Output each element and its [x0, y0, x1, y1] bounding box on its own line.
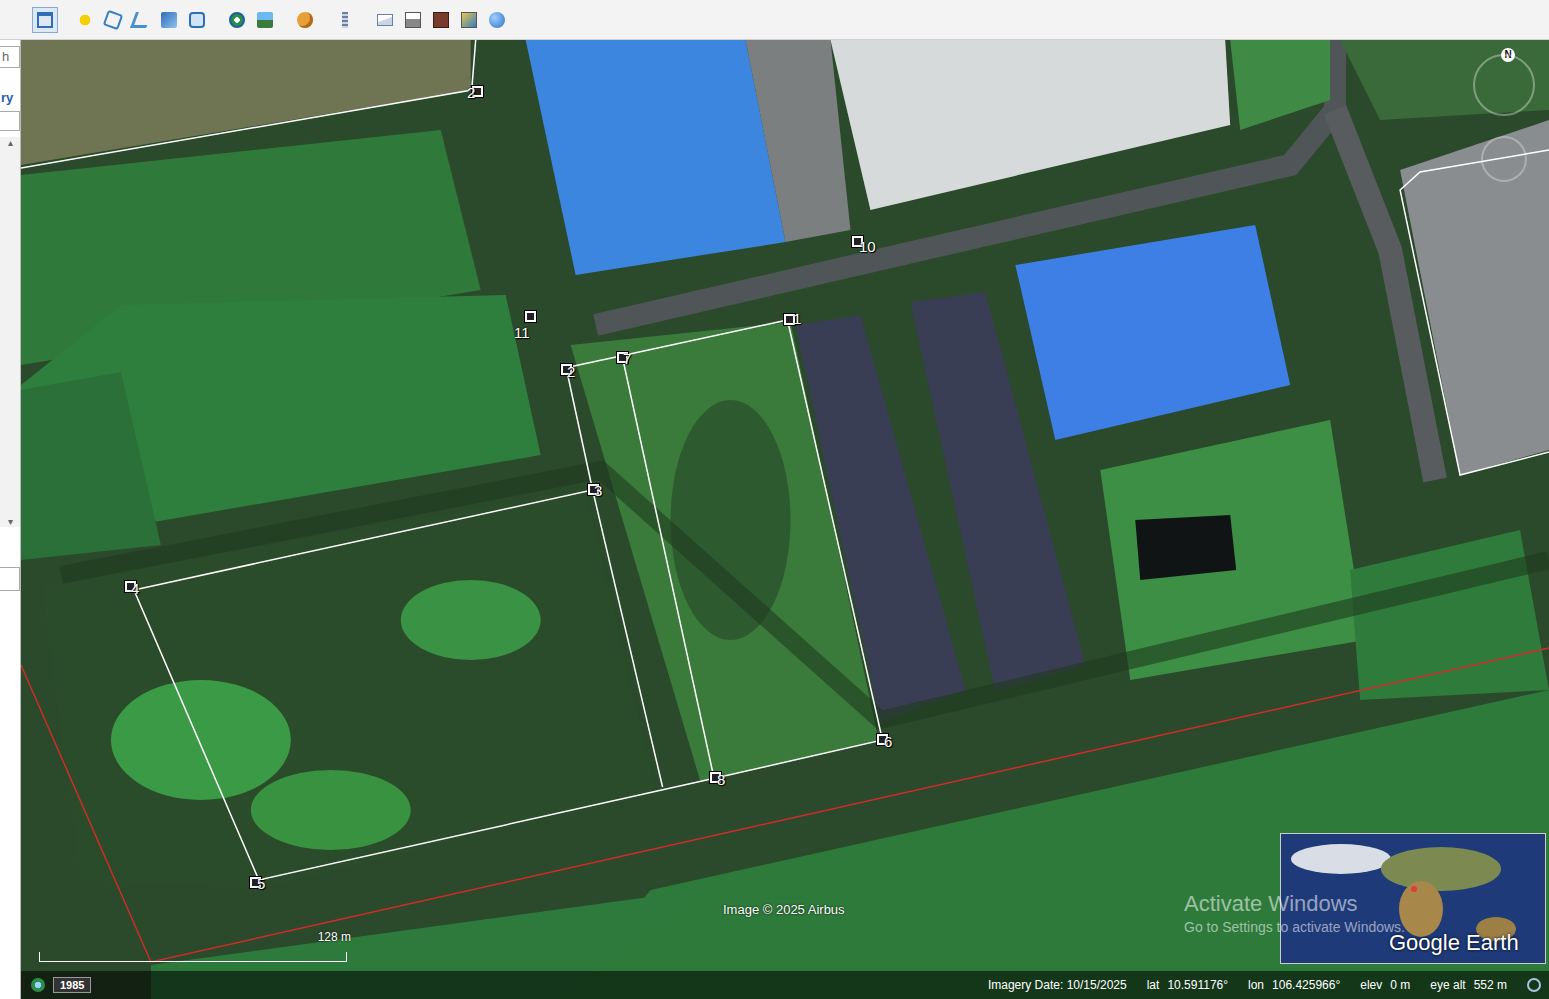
placemark-label[interactable]: 1	[793, 310, 801, 328]
layout-button[interactable]	[32, 7, 58, 33]
scale-label: 128 m	[318, 930, 351, 944]
status-label: elev	[1360, 978, 1382, 992]
google-earth-logo: Google Earth	[1389, 930, 1519, 956]
watermark-title: Activate Windows	[1184, 890, 1405, 918]
placemark-label[interactable]: 5	[257, 875, 265, 893]
historical-imagery-icon[interactable]	[31, 978, 45, 992]
pin-icon	[77, 12, 93, 28]
sidebar-box	[0, 111, 20, 131]
status-value: 552 m	[1474, 978, 1507, 992]
mail-icon	[377, 14, 393, 26]
compass-ring-icon[interactable]	[1473, 54, 1535, 116]
status-label: lon	[1248, 978, 1264, 992]
placemark-icon[interactable]	[525, 311, 536, 322]
mail-button[interactable]	[372, 7, 398, 33]
watermark-subtitle: Go to Settings to activate Windows.	[1184, 918, 1405, 936]
toolbar-group	[372, 7, 510, 33]
save-button[interactable]	[428, 7, 454, 33]
sun-icon	[257, 12, 273, 28]
status-field: elev 0 m	[1360, 978, 1410, 992]
imagery-date: Imagery Date: 10/15/2025	[988, 978, 1127, 992]
google-earth-window: h ry ▴ ▾ 2 11 10 1 2 7 3 4 5 8 6 N Image…	[0, 0, 1549, 999]
status-value: 0 m	[1390, 978, 1410, 992]
print-button[interactable]	[400, 7, 426, 33]
web-button[interactable]	[484, 7, 510, 33]
status-field: lat 10.591176°	[1147, 978, 1228, 992]
map-view[interactable]: 2 11 10 1 2 7 3 4 5 8 6 N Image © 2025 A…	[21, 40, 1549, 999]
poly-button[interactable]	[100, 7, 126, 33]
toolbar	[0, 0, 1549, 40]
sun-button[interactable]	[252, 7, 278, 33]
history-icon	[229, 12, 245, 28]
status-label: eye alt	[1430, 978, 1465, 992]
main-area: h ry ▴ ▾ 2 11 10 1 2 7 3 4 5 8 6 N Image…	[0, 40, 1549, 999]
toolbar-group	[332, 7, 358, 33]
sidebar-box	[0, 567, 20, 591]
boundary-line	[21, 648, 1549, 962]
overlay-icon	[161, 12, 177, 28]
status-value: 106.425966°	[1272, 978, 1340, 992]
zoom-ring-icon[interactable]	[1481, 136, 1527, 182]
toolbar-group	[292, 7, 318, 33]
history-link[interactable]: ry	[0, 90, 20, 105]
scale-bar	[39, 952, 347, 962]
streaming-icon	[1527, 978, 1541, 992]
save-icon	[433, 12, 449, 28]
placemark-label[interactable]: 6	[884, 733, 892, 751]
planet-button[interactable]	[292, 7, 318, 33]
planet-icon	[297, 12, 313, 28]
scroll-down-icon[interactable]: ▾	[8, 516, 13, 527]
ruler-button[interactable]	[332, 7, 358, 33]
placemark-label[interactable]: 11	[514, 324, 530, 342]
path-icon	[130, 12, 152, 28]
overlay-button[interactable]	[156, 7, 182, 33]
imagery-year[interactable]: 1985	[53, 977, 91, 993]
toolbar-group	[224, 7, 278, 33]
image-icon	[461, 12, 477, 28]
history-button[interactable]	[224, 7, 250, 33]
web-icon	[489, 12, 505, 28]
compass[interactable]: N	[1467, 44, 1541, 164]
ruler-icon	[342, 12, 348, 28]
status-field: eye alt 552 m	[1430, 978, 1507, 992]
scrollbar[interactable]: ▴ ▾	[0, 137, 20, 527]
status-value: 10.591176°	[1167, 978, 1228, 992]
tour-button[interactable]	[184, 7, 210, 33]
scale-legend: 128 m	[39, 928, 347, 968]
toolbar-group	[72, 7, 210, 33]
layout-icon	[37, 12, 53, 28]
pin-button[interactable]	[72, 7, 98, 33]
placemark-label[interactable]: 2	[567, 363, 575, 381]
path-button[interactable]	[128, 7, 154, 33]
image-button[interactable]	[456, 7, 482, 33]
poly-icon	[103, 9, 124, 30]
placemark-label[interactable]: 10	[859, 238, 876, 256]
placemark-label[interactable]: 2	[467, 84, 475, 102]
placemark-label[interactable]: 3	[594, 482, 602, 500]
polygon-outlines[interactable]	[21, 40, 1549, 880]
toolbar-group	[32, 7, 58, 33]
activation-watermark: Activate Windows Go to Settings to activ…	[1184, 890, 1405, 936]
placemark-label[interactable]: 8	[717, 771, 725, 789]
imagery-attribution: Image © 2025 Airbus	[723, 902, 845, 917]
scroll-up-icon[interactable]: ▴	[8, 137, 13, 148]
status-label: lat	[1147, 978, 1160, 992]
placemark-label[interactable]: 7	[623, 350, 631, 368]
placemark-label[interactable]: 4	[131, 580, 139, 598]
status-field: lon 106.425966°	[1248, 978, 1340, 992]
sidebar: h ry ▴ ▾	[0, 40, 21, 999]
search-field[interactable]: h	[0, 46, 20, 68]
status-bar: 1985 Imagery Date: 10/15/2025 lat 10.591…	[21, 971, 1549, 999]
print-icon	[405, 12, 421, 28]
tour-icon	[189, 12, 205, 28]
